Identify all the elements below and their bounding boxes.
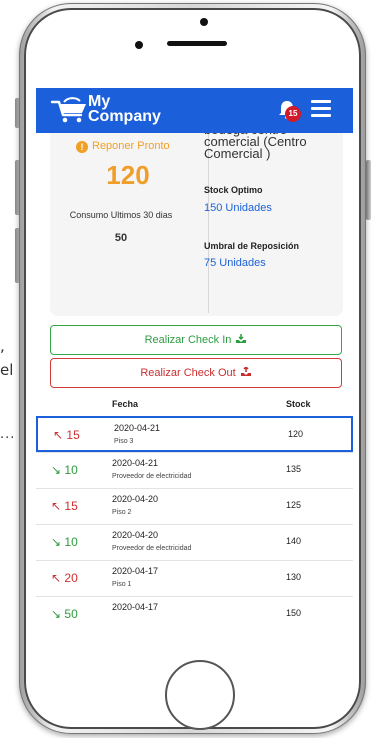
arrow-down-right-icon: ↘ [51, 607, 62, 621]
scroll-content[interactable]: ! Reponer Pronto 120 Consumo Ultimos 30 d… [36, 133, 353, 648]
movement-description: Proveedor de electricidad [112, 473, 192, 480]
movement-stock: 120 [288, 429, 304, 439]
phone-home-button[interactable] [165, 660, 235, 730]
movement-description: Piso 3 [114, 438, 134, 445]
background-text-fragment: , [0, 337, 5, 355]
table-row[interactable]: ↘ 50 2020-04-17 150 [36, 596, 353, 632]
warehouse-location: bodega centro comercial (Centro Comercia… [204, 133, 307, 161]
movement-stock: 140 [286, 536, 302, 546]
phone-camera [200, 18, 208, 26]
arrow-up-left-icon: ↖ [53, 428, 64, 442]
column-header-stock: Stock [286, 399, 311, 409]
optimal-stock-value[interactable]: 150 Unidades [204, 202, 272, 214]
brand-line-1: My [88, 93, 111, 110]
current-stock-value: 120 [106, 160, 150, 190]
reorder-alert-label: Reponer Pronto [92, 140, 170, 152]
movement-description: Proveedor de electricidad [112, 545, 192, 552]
brand-line-2: Company [88, 108, 161, 125]
hamburger-menu-icon[interactable] [311, 100, 331, 120]
arrow-down-right-icon: ↘ [51, 535, 62, 549]
movement-quantity: ↖ 15 [51, 499, 78, 513]
table-row[interactable]: ↘ 10 2020-04-20 Proveedor de electricidad 1… [36, 524, 353, 560]
quantity-value: 15 [64, 499, 78, 513]
brand-name: My Company [88, 93, 161, 125]
quantity-value: 50 [64, 607, 78, 621]
movement-quantity: ↖ 20 [51, 571, 78, 585]
phone-power-button [366, 160, 371, 220]
app-header: My Company 15 [36, 88, 353, 133]
reorder-alert: ! Reponer Pronto [76, 140, 170, 153]
movement-quantity: ↘ 10 [51, 535, 78, 549]
movement-description: Piso 2 [112, 509, 132, 516]
inbox-out-icon [240, 367, 251, 376]
optimal-stock-label: Stock Optimo [204, 185, 263, 195]
movement-quantity: ↘ 10 [51, 463, 78, 477]
arrow-up-left-icon: ↖ [51, 499, 62, 513]
movement-date: 2020-04-20 [112, 494, 159, 504]
consumption-value: 50 [114, 232, 128, 244]
movement-stock: 135 [286, 464, 302, 474]
phone-speaker [167, 41, 227, 46]
column-header-fecha: Fecha [112, 399, 139, 409]
notification-badge: 15 [285, 106, 301, 122]
table-header: Fecha Stock [36, 398, 353, 414]
app-screen: My Company 15 ! Reponer Pronto 120 Consum… [36, 88, 353, 648]
background-text-fragment: el [0, 361, 14, 379]
movement-stock: 130 [286, 572, 302, 582]
movement-date: 2020-04-21 [114, 423, 161, 433]
arrow-up-left-icon: ↖ [51, 571, 62, 585]
consumption-label: Consumo Ultimos 30 dias [69, 210, 173, 220]
movement-date: 2020-04-21 [112, 458, 159, 468]
table-row[interactable]: ↖ 15 2020-04-21 Piso 3 120 [36, 416, 353, 452]
check-in-label: Realizar Check In [144, 334, 232, 346]
movement-quantity: ↖ 15 [53, 428, 80, 442]
quantity-value: 10 [64, 535, 78, 549]
movement-stock: 150 [286, 608, 302, 618]
movement-stock: 125 [286, 500, 302, 510]
check-out-button[interactable]: Realizar Check Out [50, 358, 342, 388]
table-row[interactable]: ↘ 10 2020-04-21 Proveedor de electricidad 1… [36, 452, 353, 488]
background-dots: ... [0, 427, 16, 442]
reorder-threshold-value[interactable]: 75 Unidades [204, 257, 266, 269]
quantity-value: 20 [64, 571, 78, 585]
reorder-threshold-label: Umbral de Reposición [204, 241, 300, 251]
cart-logo-icon[interactable] [50, 96, 90, 126]
movements-table: ↖ 15 2020-04-21 Piso 3 120 ↘ 10 2020-04-21 Pro… [36, 416, 353, 632]
movement-date: 2020-04-20 [112, 530, 159, 540]
warning-icon: ! [76, 141, 88, 153]
movement-quantity: ↘ 50 [51, 607, 78, 621]
quantity-value: 15 [66, 428, 80, 442]
check-out-label: Realizar Check Out [140, 367, 236, 379]
movement-date: 2020-04-17 [112, 602, 159, 612]
movement-description: Piso 1 [112, 581, 132, 588]
inbox-in-icon [236, 334, 247, 343]
movement-date: 2020-04-17 [112, 566, 159, 576]
table-row[interactable]: ↖ 15 2020-04-20 Piso 2 125 [36, 488, 353, 524]
quantity-value: 10 [64, 463, 78, 477]
table-row[interactable]: ↖ 20 2020-04-17 Piso 1 130 [36, 560, 353, 596]
check-in-button[interactable]: Realizar Check In [50, 325, 342, 355]
arrow-down-right-icon: ↘ [51, 463, 62, 477]
phone-sensor [135, 41, 143, 49]
